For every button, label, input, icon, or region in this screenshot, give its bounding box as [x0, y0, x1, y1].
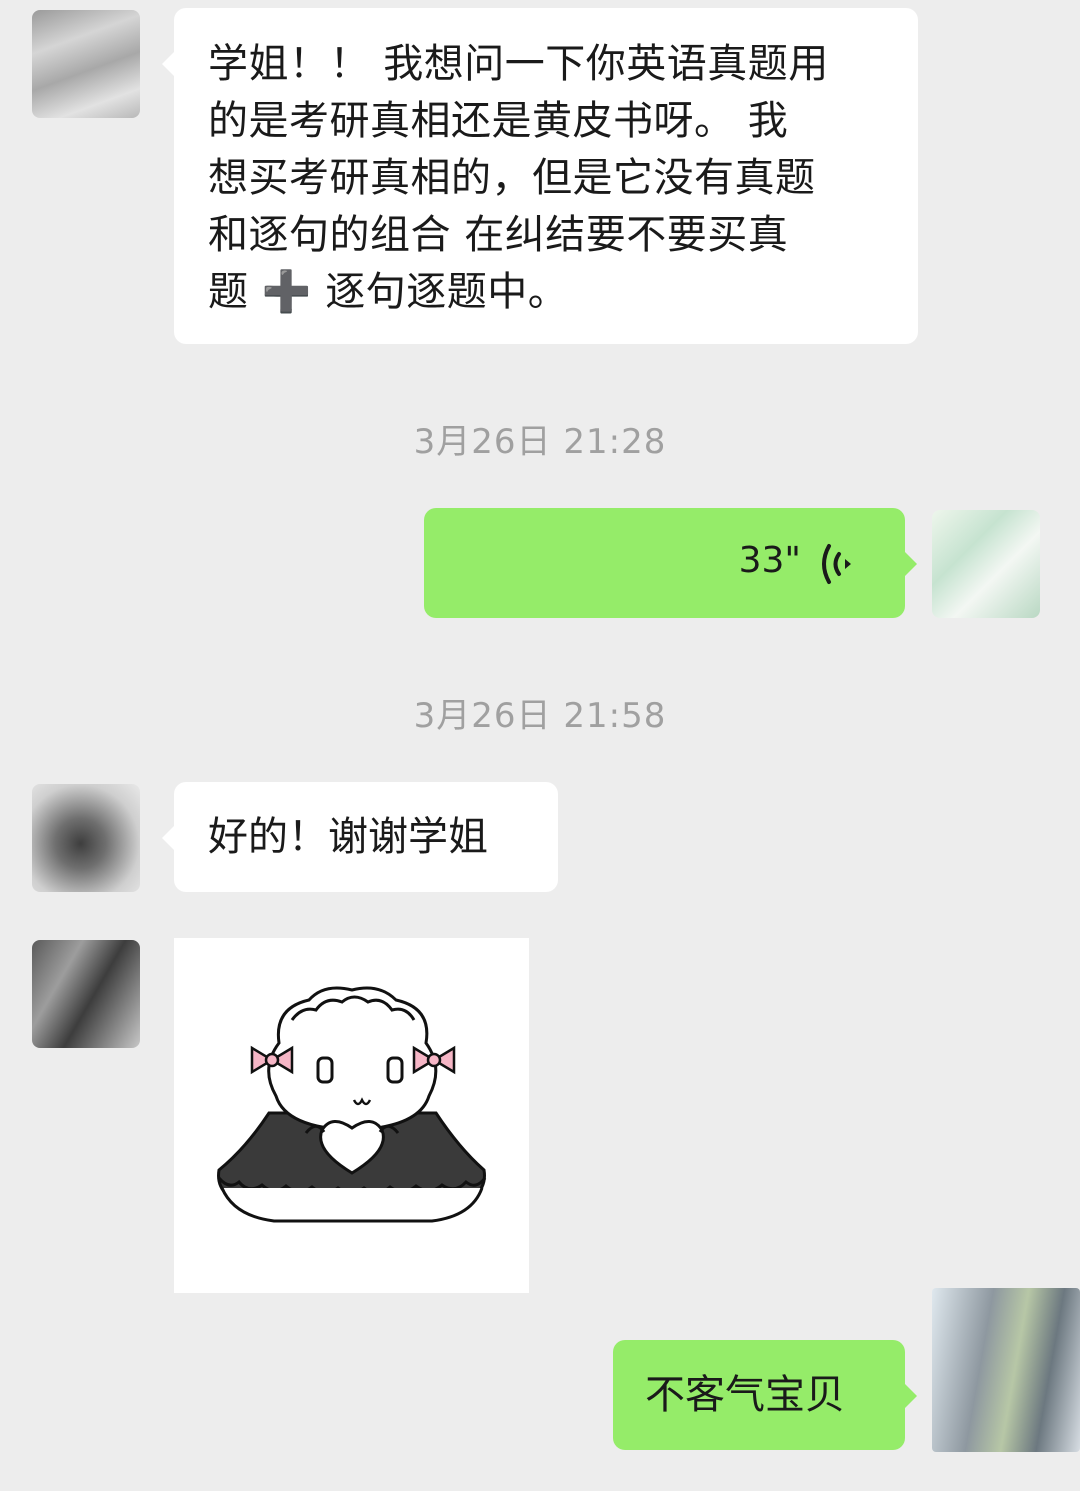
voice-wave-icon [822, 544, 851, 584]
voice-duration: 33" [738, 540, 801, 581]
message-text: 不客气宝贝 [645, 1372, 845, 1418]
sticker-message[interactable] [174, 938, 529, 1293]
outgoing-message-bubble[interactable]: 不客气宝贝 [613, 1340, 917, 1450]
message-line: 和逐句的组合 在纠结要不要买真 [208, 212, 789, 258]
contact-avatar[interactable] [32, 10, 140, 118]
message-line: 题 ➕ 逐句逐题中。 [208, 269, 569, 315]
incoming-message-bubble[interactable]: 学姐！！ 我想问一下你英语真题用 的是考研真相还是黄皮书呀。 我 想买考研真相的… [162, 8, 918, 344]
chat-timestamp: 3月26日 21:28 [413, 422, 667, 462]
my-avatar[interactable] [932, 1288, 1080, 1452]
voice-message-bubble[interactable]: 33" [424, 508, 917, 618]
my-avatar[interactable] [932, 510, 1040, 618]
maid-sheep-sticker-icon [217, 986, 487, 1223]
contact-avatar[interactable] [32, 940, 140, 1048]
message-text: 学姐！！ 我想问一下你英语真题用 的是考研真相还是黄皮书呀。 我 想买考研真相的… [208, 36, 886, 321]
contact-avatar[interactable] [32, 784, 140, 892]
incoming-message-bubble[interactable]: 好的！谢谢学姐 [162, 782, 558, 892]
message-text: 好的！谢谢学姐 [208, 814, 488, 860]
message-line: 的是考研真相还是黄皮书呀。 我 [208, 98, 789, 144]
chat-timestamp: 3月26日 21:58 [413, 696, 667, 736]
message-line: 想买考研真相的，但是它没有真题 [208, 155, 816, 201]
message-line: 学姐！！ 我想问一下你英语真题用 [208, 41, 829, 87]
